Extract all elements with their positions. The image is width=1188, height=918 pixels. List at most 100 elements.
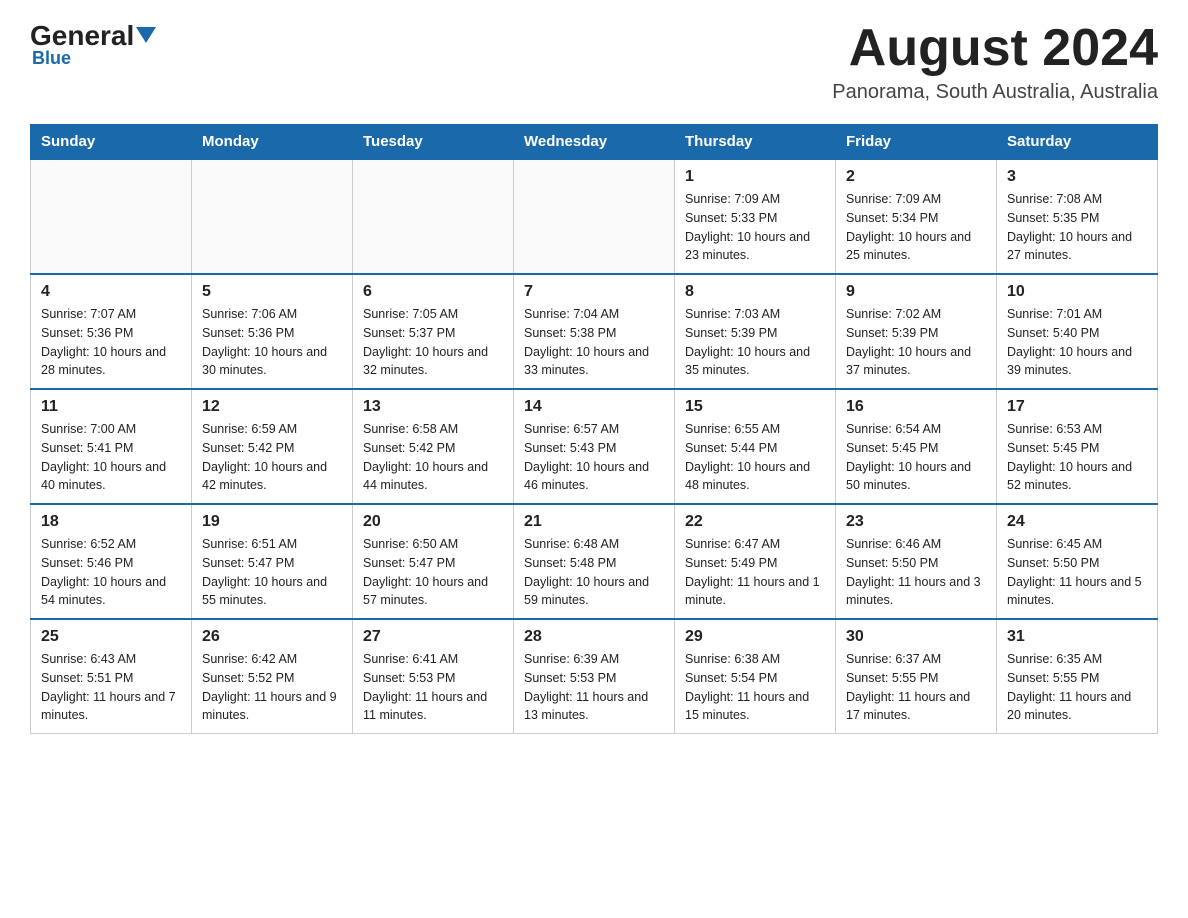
day-number: 7 (524, 283, 664, 301)
day-number: 31 (1007, 628, 1147, 646)
month-title: August 2024 (832, 20, 1158, 77)
day-number: 1 (685, 168, 825, 186)
day-info: Sunrise: 7:05 AMSunset: 5:37 PMDaylight:… (363, 305, 503, 380)
day-info: Sunrise: 7:03 AMSunset: 5:39 PMDaylight:… (685, 305, 825, 380)
calendar-cell (192, 159, 353, 274)
day-number: 26 (202, 628, 342, 646)
logo-triangle-icon (136, 27, 156, 43)
calendar-cell (353, 159, 514, 274)
calendar-cell: 30Sunrise: 6:37 AMSunset: 5:55 PMDayligh… (836, 619, 997, 734)
week-row-1: 4 Sunrise: 7:07 AMSunset: 5:36 PMDaylight… (31, 274, 1158, 389)
title-section: August 2024 Panorama, South Australia, A… (832, 20, 1158, 104)
calendar-cell: 1 Sunrise: 7:09 AMSunset: 5:33 PMDaylight… (675, 159, 836, 274)
day-number: 5 (202, 283, 342, 301)
calendar-header-row: SundayMondayTuesdayWednesdayThursdayFrid… (31, 125, 1158, 160)
day-info: Sunrise: 7:06 AMSunset: 5:36 PMDaylight:… (202, 305, 342, 380)
day-number: 4 (41, 283, 181, 301)
calendar-cell: 3 Sunrise: 7:08 AMSunset: 5:35 PMDaylight… (997, 159, 1158, 274)
day-info: Sunrise: 6:38 AMSunset: 5:54 PMDaylight:… (685, 650, 825, 725)
calendar-cell: 14 Sunrise: 6:57 AMSunset: 5:43 PMDayligh… (514, 389, 675, 504)
calendar-cell: 9 Sunrise: 7:02 AMSunset: 5:39 PMDaylight… (836, 274, 997, 389)
calendar-cell: 19Sunrise: 6:51 AMSunset: 5:47 PMDayligh… (192, 504, 353, 619)
day-info: Sunrise: 6:57 AMSunset: 5:43 PMDaylight:… (524, 420, 664, 495)
calendar-cell: 18 Sunrise: 6:52 AMSunset: 5:46 PMDayligh… (31, 504, 192, 619)
logo-blue: Blue (32, 48, 71, 69)
week-row-4: 25Sunrise: 6:43 AMSunset: 5:51 PMDayligh… (31, 619, 1158, 734)
day-info: Sunrise: 7:09 AMSunset: 5:33 PMDaylight:… (685, 190, 825, 265)
calendar-cell: 26 Sunrise: 6:42 AMSunset: 5:52 PMDayligh… (192, 619, 353, 734)
calendar-cell: 5 Sunrise: 7:06 AMSunset: 5:36 PMDaylight… (192, 274, 353, 389)
calendar-cell: 31 Sunrise: 6:35 AMSunset: 5:55 PMDayligh… (997, 619, 1158, 734)
day-number: 24 (1007, 513, 1147, 531)
calendar-cell: 11 Sunrise: 7:00 AMSunset: 5:41 PMDayligh… (31, 389, 192, 504)
day-number: 21 (524, 513, 664, 531)
day-info: Sunrise: 7:00 AMSunset: 5:41 PMDaylight:… (41, 420, 181, 495)
calendar-cell: 15 Sunrise: 6:55 AMSunset: 5:44 PMDayligh… (675, 389, 836, 504)
calendar-cell: 17Sunrise: 6:53 AMSunset: 5:45 PMDayligh… (997, 389, 1158, 504)
day-info: Sunrise: 6:42 AMSunset: 5:52 PMDaylight:… (202, 650, 342, 725)
week-row-2: 11 Sunrise: 7:00 AMSunset: 5:41 PMDayligh… (31, 389, 1158, 504)
day-number: 17 (1007, 398, 1147, 416)
day-info: Sunrise: 6:47 AMSunset: 5:49 PMDaylight:… (685, 535, 825, 610)
calendar-cell: 7Sunrise: 7:04 AMSunset: 5:38 PMDaylight… (514, 274, 675, 389)
header-friday: Friday (836, 125, 997, 160)
calendar-cell: 12Sunrise: 6:59 AMSunset: 5:42 PMDayligh… (192, 389, 353, 504)
day-info: Sunrise: 6:45 AMSunset: 5:50 PMDaylight:… (1007, 535, 1147, 610)
day-info: Sunrise: 6:59 AMSunset: 5:42 PMDaylight:… (202, 420, 342, 495)
calendar-cell: 10 Sunrise: 7:01 AMSunset: 5:40 PMDayligh… (997, 274, 1158, 389)
day-info: Sunrise: 6:41 AMSunset: 5:53 PMDaylight:… (363, 650, 503, 725)
day-info: Sunrise: 6:54 AMSunset: 5:45 PMDaylight:… (846, 420, 986, 495)
calendar-table: SundayMondayTuesdayWednesdayThursdayFrid… (30, 124, 1158, 734)
location: Panorama, South Australia, Australia (832, 81, 1158, 104)
day-info: Sunrise: 7:01 AMSunset: 5:40 PMDaylight:… (1007, 305, 1147, 380)
day-number: 16 (846, 398, 986, 416)
day-number: 25 (41, 628, 181, 646)
calendar-cell: 23 Sunrise: 6:46 AMSunset: 5:50 PMDayligh… (836, 504, 997, 619)
day-info: Sunrise: 6:50 AMSunset: 5:47 PMDaylight:… (363, 535, 503, 610)
day-info: Sunrise: 6:52 AMSunset: 5:46 PMDaylight:… (41, 535, 181, 610)
day-info: Sunrise: 6:58 AMSunset: 5:42 PMDaylight:… (363, 420, 503, 495)
day-number: 13 (363, 398, 503, 416)
day-info: Sunrise: 6:35 AMSunset: 5:55 PMDaylight:… (1007, 650, 1147, 725)
day-number: 6 (363, 283, 503, 301)
day-info: Sunrise: 7:07 AMSunset: 5:36 PMDaylight:… (41, 305, 181, 380)
day-info: Sunrise: 6:55 AMSunset: 5:44 PMDaylight:… (685, 420, 825, 495)
day-info: Sunrise: 6:51 AMSunset: 5:47 PMDaylight:… (202, 535, 342, 610)
calendar-cell: 6 Sunrise: 7:05 AMSunset: 5:37 PMDaylight… (353, 274, 514, 389)
day-number: 23 (846, 513, 986, 531)
day-number: 22 (685, 513, 825, 531)
calendar-cell: 21 Sunrise: 6:48 AMSunset: 5:48 PMDayligh… (514, 504, 675, 619)
calendar-cell (31, 159, 192, 274)
day-info: Sunrise: 7:02 AMSunset: 5:39 PMDaylight:… (846, 305, 986, 380)
header-tuesday: Tuesday (353, 125, 514, 160)
day-number: 9 (846, 283, 986, 301)
day-number: 2 (846, 168, 986, 186)
day-number: 27 (363, 628, 503, 646)
week-row-3: 18 Sunrise: 6:52 AMSunset: 5:46 PMDayligh… (31, 504, 1158, 619)
day-info: Sunrise: 6:46 AMSunset: 5:50 PMDaylight:… (846, 535, 986, 610)
day-info: Sunrise: 6:37 AMSunset: 5:55 PMDaylight:… (846, 650, 986, 725)
day-number: 15 (685, 398, 825, 416)
day-number: 18 (41, 513, 181, 531)
day-info: Sunrise: 7:08 AMSunset: 5:35 PMDaylight:… (1007, 190, 1147, 265)
day-number: 14 (524, 398, 664, 416)
day-number: 10 (1007, 283, 1147, 301)
day-info: Sunrise: 7:09 AMSunset: 5:34 PMDaylight:… (846, 190, 986, 265)
page-header: General Blue August 2024 Panorama, South… (30, 20, 1158, 104)
calendar-cell: 24 Sunrise: 6:45 AMSunset: 5:50 PMDayligh… (997, 504, 1158, 619)
header-thursday: Thursday (675, 125, 836, 160)
calendar-cell: 16 Sunrise: 6:54 AMSunset: 5:45 PMDayligh… (836, 389, 997, 504)
header-saturday: Saturday (997, 125, 1158, 160)
logo: General Blue (30, 20, 156, 69)
day-number: 11 (41, 398, 181, 416)
calendar-cell: 20 Sunrise: 6:50 AMSunset: 5:47 PMDayligh… (353, 504, 514, 619)
header-wednesday: Wednesday (514, 125, 675, 160)
day-info: Sunrise: 6:48 AMSunset: 5:48 PMDaylight:… (524, 535, 664, 610)
day-number: 3 (1007, 168, 1147, 186)
calendar-cell: 29Sunrise: 6:38 AMSunset: 5:54 PMDayligh… (675, 619, 836, 734)
day-number: 8 (685, 283, 825, 301)
calendar-cell: 22 Sunrise: 6:47 AMSunset: 5:49 PMDayligh… (675, 504, 836, 619)
day-number: 20 (363, 513, 503, 531)
header-sunday: Sunday (31, 125, 192, 160)
calendar-cell (514, 159, 675, 274)
